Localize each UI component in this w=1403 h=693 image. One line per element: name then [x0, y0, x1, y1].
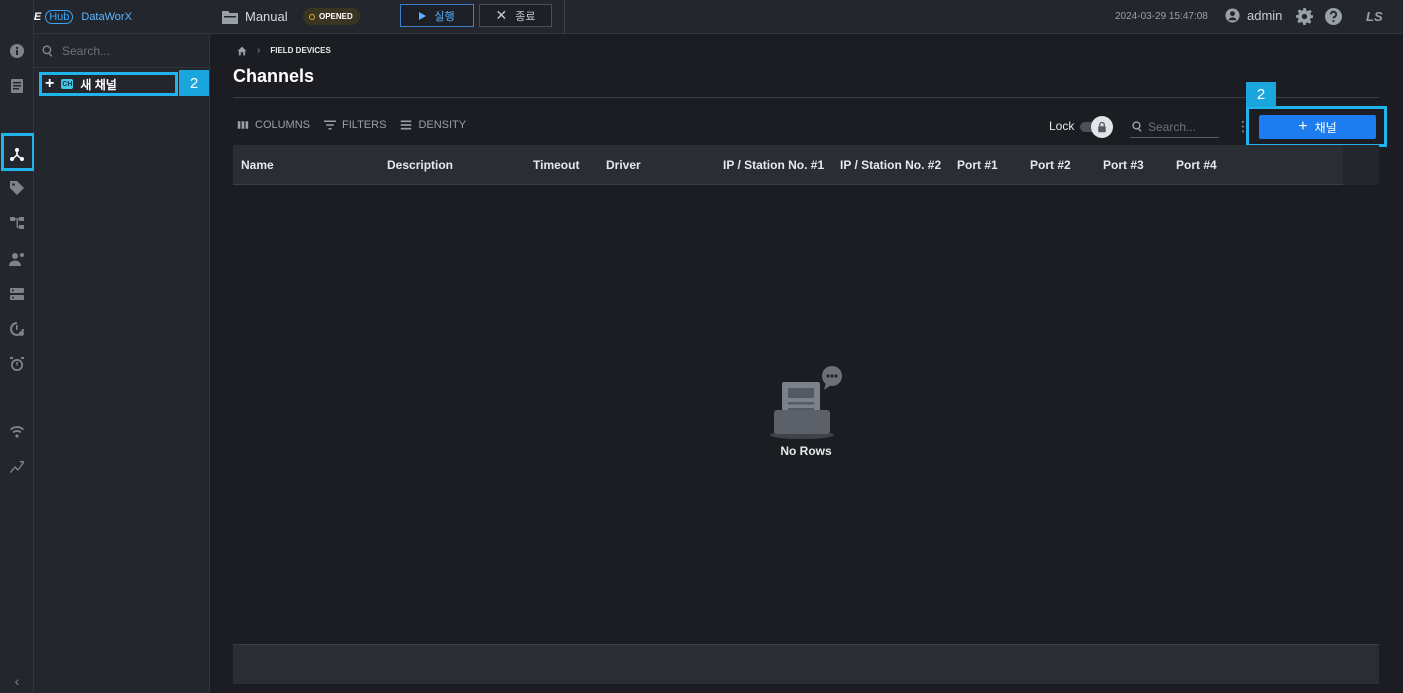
- topbar-divider: [564, 0, 565, 34]
- search-icon: [42, 44, 53, 57]
- history-settings-icon[interactable]: [7, 319, 27, 339]
- no-rows-text: No Rows: [780, 444, 832, 458]
- home-icon[interactable]: [237, 46, 247, 56]
- project-indicator: Manual: [222, 9, 288, 24]
- breadcrumb-current[interactable]: FIELD DEVICES: [270, 46, 330, 55]
- search-icon: [1132, 121, 1142, 132]
- brand-logo: LS: [1366, 9, 1383, 24]
- icon-rail: [0, 0, 35, 693]
- run-button[interactable]: 실행: [400, 4, 474, 27]
- filters-label: FILTERS: [342, 119, 387, 131]
- close-icon: ✕: [495, 7, 508, 23]
- empty-inbox-icon: [770, 366, 842, 439]
- hierarchy-icon[interactable]: [7, 213, 27, 233]
- filter-icon: [324, 120, 337, 130]
- trend-chart-icon[interactable]: [7, 456, 27, 476]
- status-badge: OPENED: [303, 8, 360, 25]
- grid-search-input[interactable]: [1148, 119, 1214, 134]
- table-footer: [233, 644, 1379, 684]
- help-icon[interactable]: [1325, 8, 1342, 25]
- tree-search: [34, 34, 210, 68]
- play-icon: [419, 11, 427, 20]
- channel-tree-panel: + CH 새 채널 2 ‹: [15, 34, 210, 693]
- document-icon[interactable]: [7, 76, 27, 96]
- account-icon: [1225, 8, 1240, 23]
- add-channel-button[interactable]: + 채널: [1259, 115, 1376, 139]
- folder-icon: [222, 10, 238, 24]
- plus-icon: +: [1298, 118, 1308, 135]
- table-header: Name Description Timeout Driver IP / Sta…: [233, 145, 1379, 185]
- title-divider: [233, 97, 1379, 98]
- columns-label: COLUMNS: [255, 119, 311, 131]
- step-callout-2-tree: 2: [179, 70, 209, 96]
- chevron-right-icon: ›: [257, 45, 261, 56]
- header-filler: [1343, 145, 1379, 185]
- alarm-clock-icon[interactable]: [7, 354, 27, 374]
- top-bar: Manual OPENED 실행 ✕ 종료 2024-03-29 15:47:0…: [210, 0, 1403, 34]
- tag-icon[interactable]: [7, 178, 27, 198]
- info-icon[interactable]: [7, 41, 27, 61]
- stop-button[interactable]: ✕ 종료: [479, 4, 552, 27]
- column-header-name[interactable]: Name: [241, 158, 274, 172]
- user-name: admin: [1247, 8, 1283, 23]
- clock-timestamp: 2024-03-29 15:47:08: [1115, 11, 1208, 22]
- main-content: › FIELD DEVICES Channels COLUMNS FILTERS…: [210, 34, 1403, 693]
- run-label: 실행: [434, 10, 455, 23]
- project-name: Manual: [245, 9, 288, 24]
- lock-toggle[interactable]: [1080, 116, 1113, 138]
- lock-icon: [1098, 121, 1106, 133]
- column-header-ip-2[interactable]: IP / Station No. #2: [840, 158, 941, 172]
- server-icon[interactable]: [7, 284, 27, 304]
- column-header-port-1[interactable]: Port #1: [957, 158, 998, 172]
- columns-icon: [237, 121, 249, 129]
- stop-label: 종료: [515, 10, 536, 23]
- columns-button[interactable]: COLUMNS: [237, 119, 310, 131]
- density-button[interactable]: DENSITY: [400, 119, 466, 131]
- grid-search: [1130, 116, 1219, 138]
- grid-toolbar: COLUMNS FILTERS DENSITY: [237, 119, 466, 131]
- gear-icon[interactable]: [1296, 8, 1313, 25]
- empty-state: No Rows: [770, 364, 842, 458]
- toggle-knob: [1091, 116, 1113, 138]
- status-text: OPENED: [319, 12, 353, 21]
- tree-search-input[interactable]: [62, 43, 192, 58]
- filters-button[interactable]: FILTERS: [324, 119, 386, 131]
- column-header-port-2[interactable]: Port #2: [1030, 158, 1071, 172]
- wifi-icon[interactable]: [7, 421, 27, 441]
- step-callout-2-add: 2: [1246, 82, 1276, 107]
- density-label: DENSITY: [418, 119, 467, 131]
- collapse-sidebar-icon[interactable]: ‹: [0, 670, 34, 692]
- status-dot-icon: [309, 13, 315, 20]
- column-header-driver[interactable]: Driver: [606, 158, 641, 172]
- density-icon: [401, 120, 412, 130]
- tree-node-label[interactable]: 새 채널: [80, 76, 116, 93]
- column-header-port-4[interactable]: Port #4: [1176, 158, 1217, 172]
- user-menu[interactable]: admin: [1225, 8, 1282, 23]
- column-header-description[interactable]: Description: [387, 158, 453, 172]
- channel-badge-icon: CH: [61, 79, 74, 89]
- add-channel-label: 채널: [1314, 120, 1337, 135]
- product-name: DataWorX: [81, 10, 132, 23]
- column-header-timeout[interactable]: Timeout: [533, 158, 579, 172]
- logo-hub-text: Hub: [45, 9, 74, 24]
- tree-node-new-channel[interactable]: + CH 새 채널: [39, 72, 178, 96]
- expand-plus-icon[interactable]: +: [45, 76, 54, 92]
- page-title: Channels: [233, 66, 315, 86]
- breadcrumb: › FIELD DEVICES: [237, 45, 331, 56]
- active-rail-highlight: [1, 133, 35, 171]
- app-window: EDGE Hub DataWorX 1 + CH 새 채널 2 ‹: [0, 0, 1403, 693]
- column-header-ip-1[interactable]: IP / Station No. #1: [723, 158, 824, 172]
- column-header-port-3[interactable]: Port #3: [1103, 158, 1144, 172]
- lock-label: Lock: [1049, 119, 1075, 133]
- user-settings-icon[interactable]: [7, 249, 27, 269]
